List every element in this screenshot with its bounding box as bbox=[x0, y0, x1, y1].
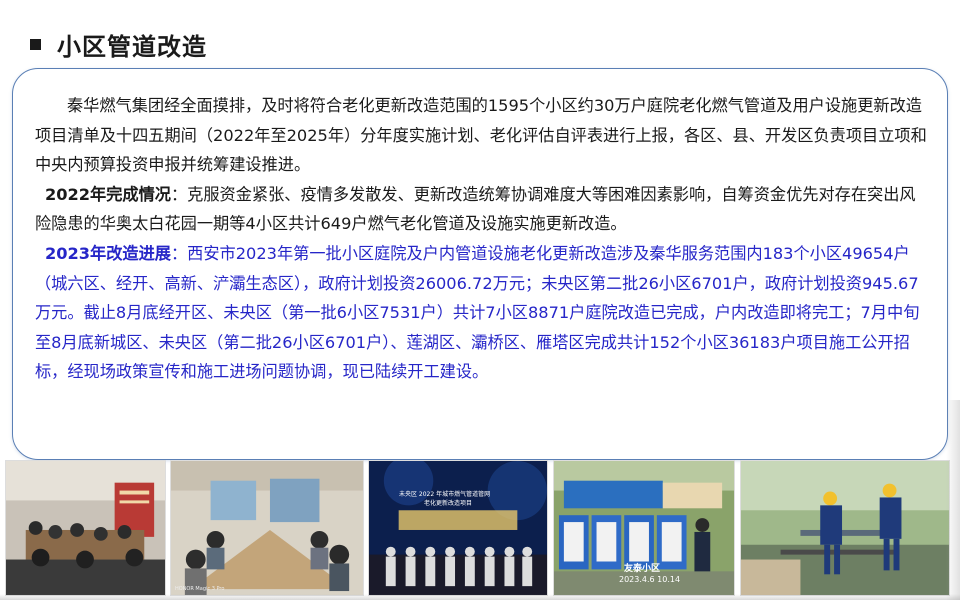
lead-2023: 2023年改造进展 bbox=[45, 243, 171, 263]
launch-ceremony-photo: 未央区 2022 年城市燃气管道管网 老化更新改造项目 bbox=[368, 460, 548, 596]
title-bullet-icon bbox=[30, 38, 41, 50]
site-signboard-photo: 友泰小区 2023.4.6 10.14 bbox=[553, 460, 735, 596]
meeting-room-photo-2: HONOR Magic 3 Pro bbox=[170, 460, 364, 596]
title-row: 小区管道改造 bbox=[30, 26, 207, 62]
banner-line-2: 老化更新改造项目 bbox=[424, 500, 473, 507]
banner-line-1: 未央区 2022 年城市燃气管道管网 bbox=[399, 491, 491, 498]
content-box: 秦华燃气集团经全面摸排，及时将符合老化更新改造范围的1595个小区约30万户庭院… bbox=[12, 68, 948, 460]
meeting-room-photo-1 bbox=[5, 460, 166, 596]
photo-strip: HONOR Magic 3 Pro 未央区 2022 年城市燃气管道管网 老化更… bbox=[0, 460, 960, 600]
page-title: 小区管道改造 bbox=[57, 32, 207, 61]
lead-2022: 2022年完成情况 bbox=[45, 184, 171, 204]
timestamp-label: 2023.4.6 10.14 bbox=[619, 575, 681, 584]
place-label: 友泰小区 bbox=[624, 564, 661, 574]
pipe-welding-photo bbox=[740, 460, 950, 596]
bottom-edge-shadow bbox=[0, 594, 960, 600]
right-edge-shadow bbox=[946, 400, 960, 600]
camera-mark: HONOR Magic 3 Pro bbox=[175, 586, 225, 592]
body-2023: ：西安市2023年第一批小区庭院及户内管道设施老化更新改造涉及秦华服务范围内18… bbox=[35, 243, 920, 382]
intro-paragraph: 秦华燃气集团经全面摸排，及时将符合老化更新改造范围的1595个小区约30万户庭院… bbox=[35, 91, 929, 180]
paragraph-2023: 2023年改造进展：西安市2023年第一批小区庭院及户内管道设施老化更新改造涉及… bbox=[35, 239, 929, 387]
paragraph-2022: 2022年完成情况：克服资金紧张、疫情多发散发、更新改造统筹协调难度大等困难因素… bbox=[35, 180, 929, 239]
intro-text: 秦华燃气集团经全面摸排，及时将符合老化更新改造范围的1595个小区约30万户庭院… bbox=[35, 96, 927, 175]
